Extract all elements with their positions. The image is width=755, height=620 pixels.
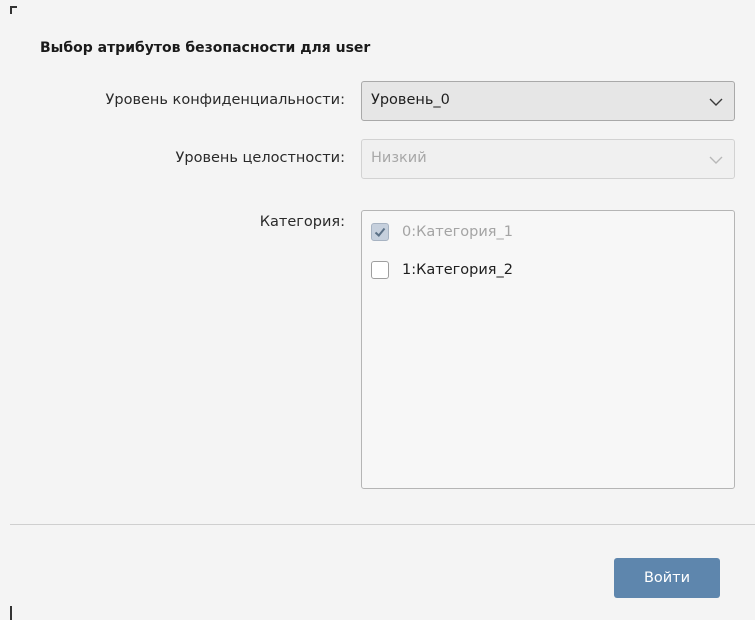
chevron-down-icon	[709, 156, 723, 164]
integrity-value: Низкий	[371, 150, 427, 166]
security-attributes-dialog: Выбор атрибутов безопасности для user Ур…	[0, 0, 755, 620]
category-item-1[interactable]: 0:Категория_1	[371, 221, 513, 243]
footer-divider	[10, 524, 755, 525]
window-corner-mark	[10, 6, 12, 14]
category-1-checkbox[interactable]	[371, 223, 389, 241]
category-1-label: 0:Категория_1	[402, 224, 513, 240]
integrity-select[interactable]: Низкий	[361, 139, 735, 179]
chevron-down-icon	[709, 98, 723, 106]
category-label: Категория:	[259, 214, 345, 230]
confidentiality-value: Уровень_0	[371, 92, 450, 108]
dialog-title: Выбор атрибутов безопасности для user	[40, 40, 371, 56]
checkmark-icon	[374, 227, 386, 237]
login-button[interactable]: Войти	[614, 558, 720, 598]
category-item-2[interactable]: 1:Категория_2	[371, 259, 513, 281]
category-2-label: 1:Категория_2	[402, 262, 513, 278]
category-list[interactable]: 0:Категория_1 1:Категория_2	[361, 210, 735, 489]
confidentiality-label: Уровень конфиденциальности:	[105, 92, 345, 108]
category-2-checkbox[interactable]	[371, 261, 389, 279]
integrity-label: Уровень целостности:	[175, 150, 345, 166]
window-edge-mark	[10, 606, 12, 620]
confidentiality-select[interactable]: Уровень_0	[361, 81, 735, 121]
